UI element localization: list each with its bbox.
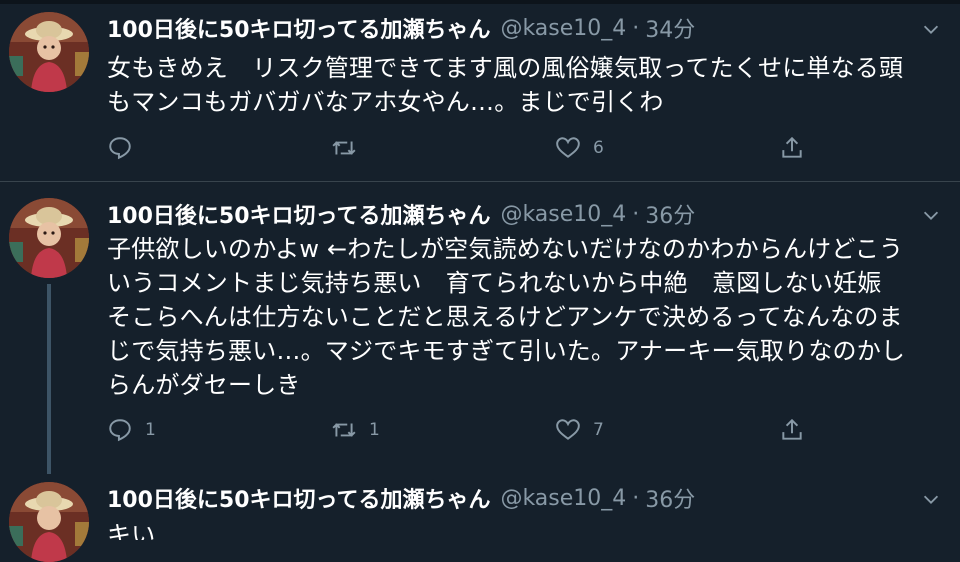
heart-icon: [556, 419, 580, 440]
heart-icon: [556, 137, 580, 158]
timestamp[interactable]: 36分: [645, 482, 695, 514]
tweet[interactable]: 100日後に50キロ切ってる加瀬ちゃん @kase10_4 · 36分 子供欲し…: [0, 182, 960, 474]
tweet-header: 100日後に50キロ切ってる加瀬ちゃん @kase10_4 · 36分: [107, 196, 695, 232]
user-handle[interactable]: @kase10_4: [500, 486, 626, 511]
timestamp[interactable]: 34分: [645, 12, 695, 44]
tweet-header: 100日後に50キロ切ってる加瀬ちゃん @kase10_4 · 34分: [107, 10, 695, 46]
tweet[interactable]: 100日後に50キロ切ってる加瀬ちゃん @kase10_4 · 36分 キい: [0, 474, 960, 562]
like-button[interactable]: 6: [555, 132, 604, 164]
retweet-button[interactable]: 1: [331, 414, 380, 446]
chevron-down-icon[interactable]: [920, 18, 942, 40]
share-button[interactable]: [779, 414, 805, 446]
reply-button[interactable]: 1: [107, 414, 156, 446]
retweet-count: 1: [369, 420, 380, 440]
user-handle[interactable]: @kase10_4: [500, 16, 626, 41]
like-count: 6: [593, 138, 604, 158]
reply-count: 1: [145, 420, 156, 440]
display-name[interactable]: 100日後に50キロ切ってる加瀬ちゃん: [107, 198, 490, 230]
timestamp[interactable]: 36分: [645, 198, 695, 230]
share-button[interactable]: [779, 132, 805, 164]
share-icon: [782, 418, 802, 440]
tweet-text: 女もきめえ リスク管理できてます風の風俗嬢気取ってたくせに単なる頭 もマンコもガ…: [107, 54, 904, 116]
chevron-down-icon[interactable]: [920, 204, 942, 226]
tweet-actions: 1 1 7: [107, 414, 827, 446]
separator-dot: ·: [632, 15, 640, 41]
tweet-actions: 6: [107, 132, 827, 164]
share-icon: [782, 136, 802, 158]
separator-dot: ·: [632, 201, 640, 227]
user-handle[interactable]: @kase10_4: [500, 202, 626, 227]
reply-icon: [109, 137, 131, 160]
avatar[interactable]: [9, 482, 89, 562]
like-count: 7: [593, 420, 604, 440]
chevron-down-icon[interactable]: [920, 488, 942, 510]
retweet-button[interactable]: [331, 132, 369, 164]
reply-icon: [109, 419, 131, 442]
avatar[interactable]: [9, 198, 89, 278]
retweet-icon: [332, 141, 356, 155]
thread-line: [47, 284, 51, 474]
display-name[interactable]: 100日後に50キロ切ってる加瀬ちゃん: [107, 12, 490, 44]
avatar[interactable]: [9, 12, 89, 92]
tweet-text: 子供欲しいのかよw ←わたしが空気読めないだけなのかわからんけどこう いうコメン…: [107, 235, 906, 399]
tweet-text: キい: [107, 521, 156, 540]
like-button[interactable]: 7: [555, 414, 604, 446]
separator-dot: ·: [632, 485, 640, 511]
tweet-header: 100日後に50キロ切ってる加瀬ちゃん @kase10_4 · 36分: [107, 480, 695, 516]
retweet-icon: [332, 423, 356, 437]
display-name[interactable]: 100日後に50キロ切ってる加瀬ちゃん: [107, 482, 490, 514]
reply-button[interactable]: [107, 132, 145, 164]
tweet[interactable]: 100日後に50キロ切ってる加瀬ちゃん @kase10_4 · 34分 女もきめ…: [0, 4, 960, 182]
